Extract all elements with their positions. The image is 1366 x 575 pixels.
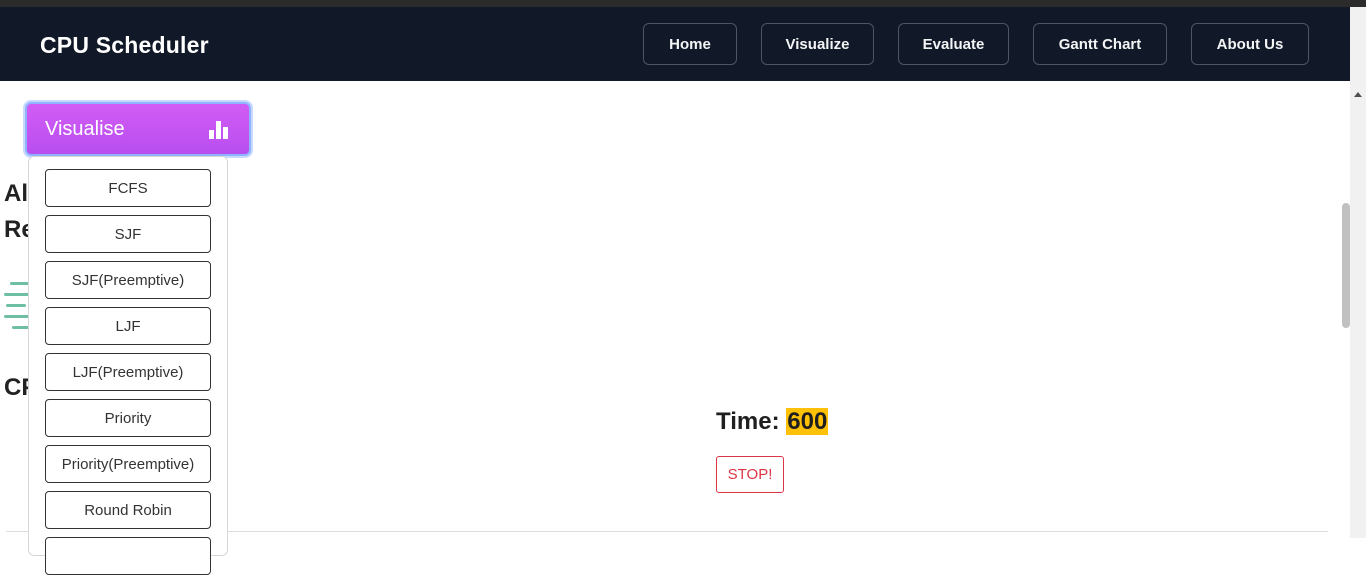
- nav-about-us-button[interactable]: About Us: [1191, 23, 1309, 65]
- time-display: Time: 600: [716, 408, 829, 436]
- algo-ljf-preemptive-button[interactable]: LJF(Preemptive): [45, 353, 211, 391]
- stop-button[interactable]: STOP!: [716, 456, 784, 493]
- time-value: 600: [786, 408, 829, 435]
- scrollbar-thumb[interactable]: [1342, 203, 1350, 328]
- visualise-label: Visualise: [45, 117, 125, 140]
- algo-fcfs-button[interactable]: FCFS: [45, 169, 211, 207]
- algo-sjf-button[interactable]: SJF: [45, 215, 211, 253]
- brand-title[interactable]: CPU Scheduler: [40, 32, 209, 59]
- visualise-dropdown-button[interactable]: Visualise: [25, 102, 251, 156]
- algo-sjf-preemptive-button[interactable]: SJF(Preemptive): [45, 261, 211, 299]
- algo-next-button-partial[interactable]: [45, 537, 211, 575]
- algorithm-heading-partial: Al: [4, 180, 28, 207]
- nav-evaluate-button[interactable]: Evaluate: [898, 23, 1009, 65]
- nav-gantt-chart-button[interactable]: Gantt Chart: [1033, 23, 1167, 65]
- algo-priority-button[interactable]: Priority: [45, 399, 211, 437]
- algo-round-robin-button[interactable]: Round Robin: [45, 491, 211, 529]
- time-label: Time:: [716, 408, 780, 435]
- nav-home-button[interactable]: Home: [643, 23, 737, 65]
- visualise-dropdown-menu: FCFS SJF SJF(Preemptive) LJF LJF(Preempt…: [28, 156, 228, 575]
- bar-chart-icon: [209, 121, 231, 139]
- page-scrollbar[interactable]: [1350, 7, 1366, 538]
- browser-top-strip: [0, 0, 1366, 7]
- algo-priority-preemptive-button[interactable]: Priority(Preemptive): [45, 445, 211, 483]
- scroll-up-arrow-icon[interactable]: [1354, 92, 1362, 97]
- navbar: CPU Scheduler Home Visualize Evaluate Ga…: [0, 7, 1350, 81]
- algo-ljf-button[interactable]: LJF: [45, 307, 211, 345]
- nav-visualize-button[interactable]: Visualize: [761, 23, 874, 65]
